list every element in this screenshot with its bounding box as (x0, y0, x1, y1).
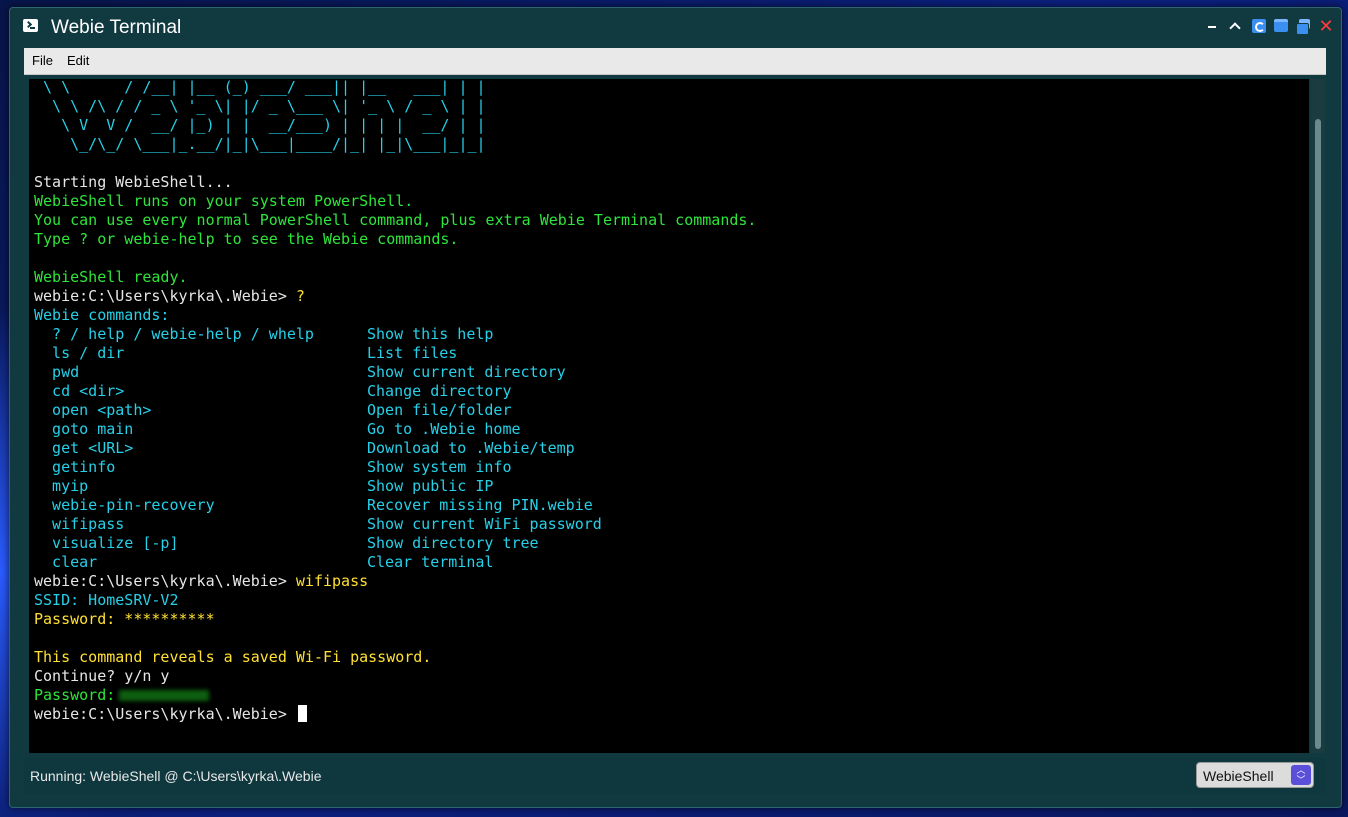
help-description: Go to .Webie home (367, 420, 521, 438)
password-line: Password: (34, 686, 210, 705)
window-icon[interactable] (1271, 16, 1291, 36)
terminal-output[interactable]: \ \ / /__| |__ (_) ___/ ___|| |__ ___| |… (29, 79, 1309, 753)
help-command: ? / help / webie-help / whelp (34, 325, 314, 343)
help-row: ? / help / webie-help / whelp Show this h… (34, 325, 493, 344)
help-command: webie-pin-recovery (34, 496, 215, 514)
help-row: pwd Show current directory (34, 363, 566, 382)
starting-line: Starting WebieShell... (34, 173, 233, 191)
help-command: pwd (34, 363, 80, 381)
help-command: ls / dir (34, 344, 125, 362)
intro-line: You can use every normal PowerShell comm… (34, 211, 757, 229)
menu-file[interactable]: File (32, 53, 53, 69)
help-row: goto main Go to .Webie home (34, 420, 520, 439)
help-description: List files (367, 344, 458, 362)
status-bar: Running: WebieShell @ C:\Users\kyrka\.We… (24, 758, 1326, 794)
menu-edit[interactable]: Edit (67, 53, 89, 69)
title-bar[interactable]: Webie Terminal ✕ (10, 8, 1341, 46)
ssid-line: SSID: HomeSRV-V2 (34, 591, 179, 609)
help-row: cd <dir> Change directory (34, 382, 511, 401)
help-command: myip (34, 477, 89, 495)
banner-line: \ \ / /__| |__ (_) ___/ ___|| |__ ___| |… (34, 79, 486, 96)
prompt-line: webie:C:\Users\kyrka\.Webie> ? (34, 287, 305, 306)
help-row: getinfo Show system info (34, 458, 511, 477)
minimize-icon[interactable] (1202, 16, 1222, 36)
status-text: Running: WebieShell @ C:\Users\kyrka\.We… (30, 768, 322, 784)
help-command: get <URL> (34, 439, 134, 457)
help-command: visualize [-p] (34, 534, 179, 552)
help-row: visualize [-p] Show directory tree (34, 534, 539, 553)
chevron-updown-icon[interactable]: ︿ ﹀ (1291, 765, 1311, 785)
refresh-icon[interactable] (1249, 16, 1269, 36)
help-description: Recover missing PIN.webie (367, 496, 593, 514)
collapse-icon[interactable] (1225, 16, 1245, 36)
close-icon[interactable]: ✕ (1316, 16, 1336, 36)
prompt: webie:C:\Users\kyrka\.Webie> (34, 705, 296, 723)
prompt-line[interactable]: webie:C:\Users\kyrka\.Webie> (34, 705, 307, 724)
password-label: Password: (34, 686, 116, 704)
intro-line: Type ? or webie-help to see the Webie co… (34, 230, 459, 248)
prompt-line: webie:C:\Users\kyrka\.Webie> wifipass (34, 572, 368, 591)
terminal-window: Webie Terminal ✕ File Edit \ \ / /__| |_… (9, 7, 1342, 808)
help-row: get <URL> Download to .Webie/temp (34, 439, 575, 458)
command-text: wifipass (295, 572, 369, 590)
continue-line: Continue? y/n y (34, 667, 170, 685)
shell-select-value: WebieShell (1203, 768, 1274, 784)
restore-icon[interactable] (1293, 16, 1313, 36)
banner-line: \ V V / __/ |_) | | __/___) | | | | __/ … (34, 116, 486, 134)
warning-line: This command reveals a saved Wi-Fi passw… (34, 648, 432, 666)
help-description: Show directory tree (367, 534, 539, 552)
banner-line: \_/\_/ \___|_.__/|_|\___|____/|_| |_|\__… (34, 135, 486, 153)
help-command: goto main (34, 420, 134, 438)
help-header: Webie commands: (34, 306, 170, 324)
help-row: webie-pin-recovery Recover missing PIN.we… (34, 496, 593, 515)
help-row: ls / dir List files (34, 344, 457, 363)
scroll-thumb[interactable] (1315, 119, 1321, 749)
help-command: wifipass (34, 515, 125, 533)
command-text: ? (295, 287, 305, 305)
help-row: clear Clear terminal (34, 553, 493, 572)
prompt: webie:C:\Users\kyrka\.Webie> (34, 572, 296, 590)
help-description: Show current directory (367, 363, 566, 381)
help-description: Show public IP (367, 477, 494, 495)
menu-bar: File Edit (24, 48, 1326, 75)
help-command: open <path> (34, 401, 152, 419)
help-row: open <path> Open file/folder (34, 401, 511, 420)
help-command: clear (34, 553, 98, 571)
terminal-icon (23, 19, 38, 32)
ready-line: WebieShell ready. (34, 268, 188, 286)
help-description: Clear terminal (367, 553, 494, 571)
help-description: Open file/folder (367, 401, 512, 419)
redacted-password (119, 690, 210, 701)
help-command: cd <dir> (34, 382, 125, 400)
banner-line: \ \ /\ / / _ \ '_ \| |/ _ \___ \| '_ \ /… (34, 97, 486, 115)
help-description: Show current WiFi password (367, 515, 602, 533)
help-description: Change directory (367, 382, 512, 400)
masked-password-line: Password: ********** (34, 610, 215, 628)
help-description: Download to .Webie/temp (367, 439, 575, 457)
help-command: getinfo (34, 458, 116, 476)
help-row: myip Show public IP (34, 477, 493, 496)
shell-select[interactable]: WebieShell ︿ ﹀ (1196, 762, 1314, 788)
terminal-scrollbar[interactable] (1311, 79, 1325, 753)
help-row: wifipass Show current WiFi password (34, 515, 602, 534)
prompt: webie:C:\Users\kyrka\.Webie> (34, 287, 296, 305)
help-description: Show system info (367, 458, 512, 476)
text-cursor[interactable] (297, 705, 307, 722)
intro-line: WebieShell runs on your system PowerShel… (34, 192, 414, 210)
window-title: Webie Terminal (51, 17, 182, 38)
help-description: Show this help (367, 325, 494, 343)
